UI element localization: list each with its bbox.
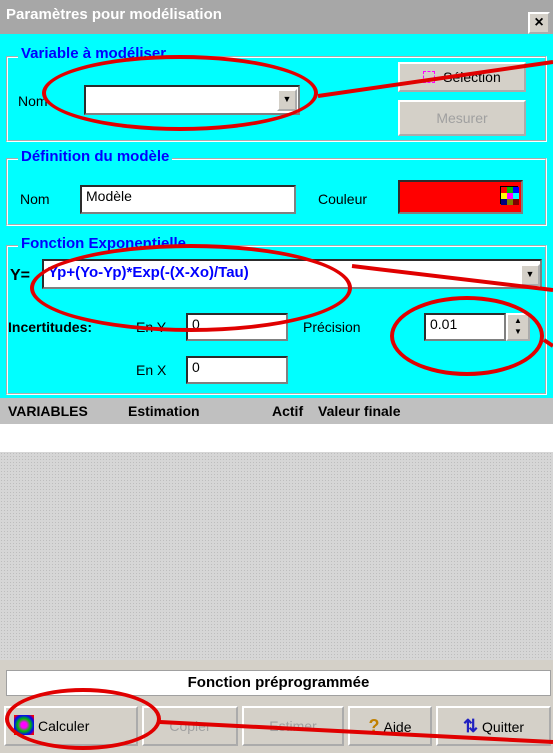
annotation-arrow-3 xyxy=(542,338,553,348)
annotation-arrow-2 xyxy=(351,264,553,292)
annotation-arrow-1 xyxy=(317,60,553,98)
annotation-arrow-4 xyxy=(159,720,553,744)
annotation-arrows xyxy=(159,60,553,744)
